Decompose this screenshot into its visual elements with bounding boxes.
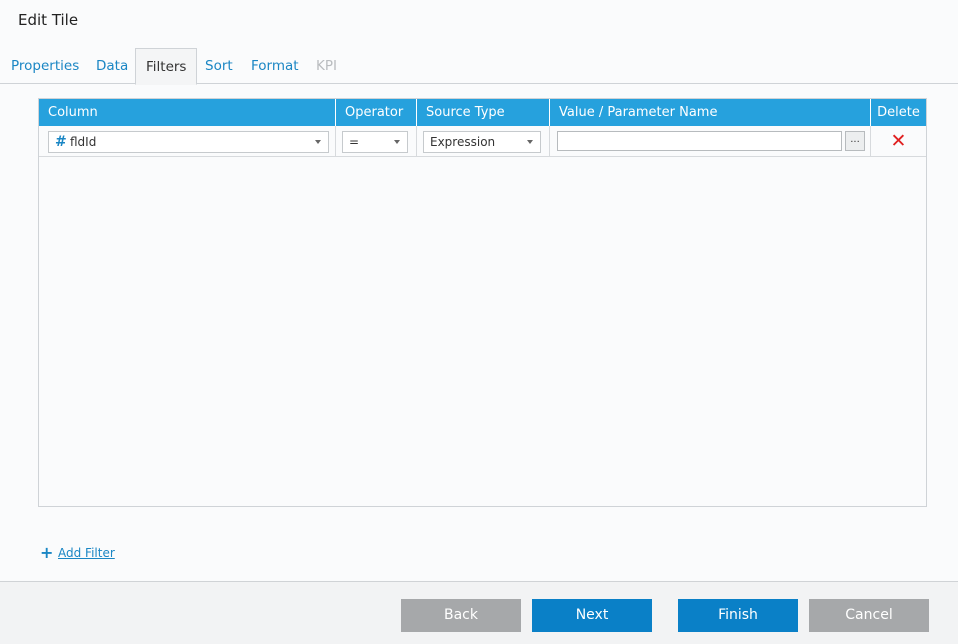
cell-column: # fldId bbox=[39, 126, 336, 156]
cell-operator: = bbox=[336, 126, 417, 156]
dialog-footer: Back Next Finish Cancel bbox=[0, 581, 958, 644]
column-value: fldId bbox=[70, 135, 97, 149]
cell-delete: ✕ bbox=[871, 126, 926, 156]
chevron-down-icon bbox=[315, 140, 321, 144]
filters-grid: Column Operator Source Type Value / Para… bbox=[38, 98, 927, 507]
tab-sort[interactable]: Sort bbox=[205, 48, 233, 84]
ellipsis-button[interactable]: ... bbox=[845, 131, 865, 151]
grid-header: Column Operator Source Type Value / Para… bbox=[39, 99, 926, 126]
header-delete[interactable]: Delete bbox=[871, 99, 926, 126]
tab-filters[interactable]: Filters bbox=[135, 48, 198, 85]
tab-data[interactable]: Data bbox=[96, 48, 128, 84]
table-row: # fldId = Expression ... ✕ bbox=[39, 126, 926, 157]
header-column[interactable]: Column bbox=[39, 99, 336, 126]
finish-button[interactable]: Finish bbox=[678, 599, 798, 632]
chevron-down-icon bbox=[394, 140, 400, 144]
operator-value: = bbox=[349, 135, 360, 149]
header-operator[interactable]: Operator bbox=[336, 99, 417, 126]
dialog-title: Edit Tile bbox=[18, 11, 79, 29]
tab-format[interactable]: Format bbox=[251, 48, 299, 84]
source-type-value: Expression bbox=[430, 135, 496, 149]
cell-value: ... bbox=[550, 126, 871, 156]
back-button[interactable]: Back bbox=[401, 599, 521, 632]
cancel-button[interactable]: Cancel bbox=[809, 599, 929, 632]
source-type-select[interactable]: Expression bbox=[423, 131, 541, 153]
delete-icon[interactable]: ✕ bbox=[871, 128, 926, 154]
tab-kpi: KPI bbox=[316, 58, 337, 74]
operator-select[interactable]: = bbox=[342, 131, 408, 153]
value-input[interactable] bbox=[557, 131, 842, 151]
tab-properties[interactable]: Properties bbox=[11, 48, 79, 84]
next-button[interactable]: Next bbox=[532, 599, 652, 632]
add-filter-label[interactable]: Add Filter bbox=[58, 546, 115, 560]
plus-icon: + bbox=[40, 543, 54, 562]
hash-icon: # bbox=[55, 134, 67, 150]
chevron-down-icon bbox=[527, 140, 533, 144]
cell-source-type: Expression bbox=[417, 126, 550, 156]
column-select[interactable]: # fldId bbox=[48, 131, 329, 153]
header-value-parameter-name[interactable]: Value / Parameter Name bbox=[550, 99, 871, 126]
header-source-type[interactable]: Source Type bbox=[417, 99, 550, 126]
tab-bar: Properties Data Filters Sort Format KPI bbox=[0, 48, 958, 85]
